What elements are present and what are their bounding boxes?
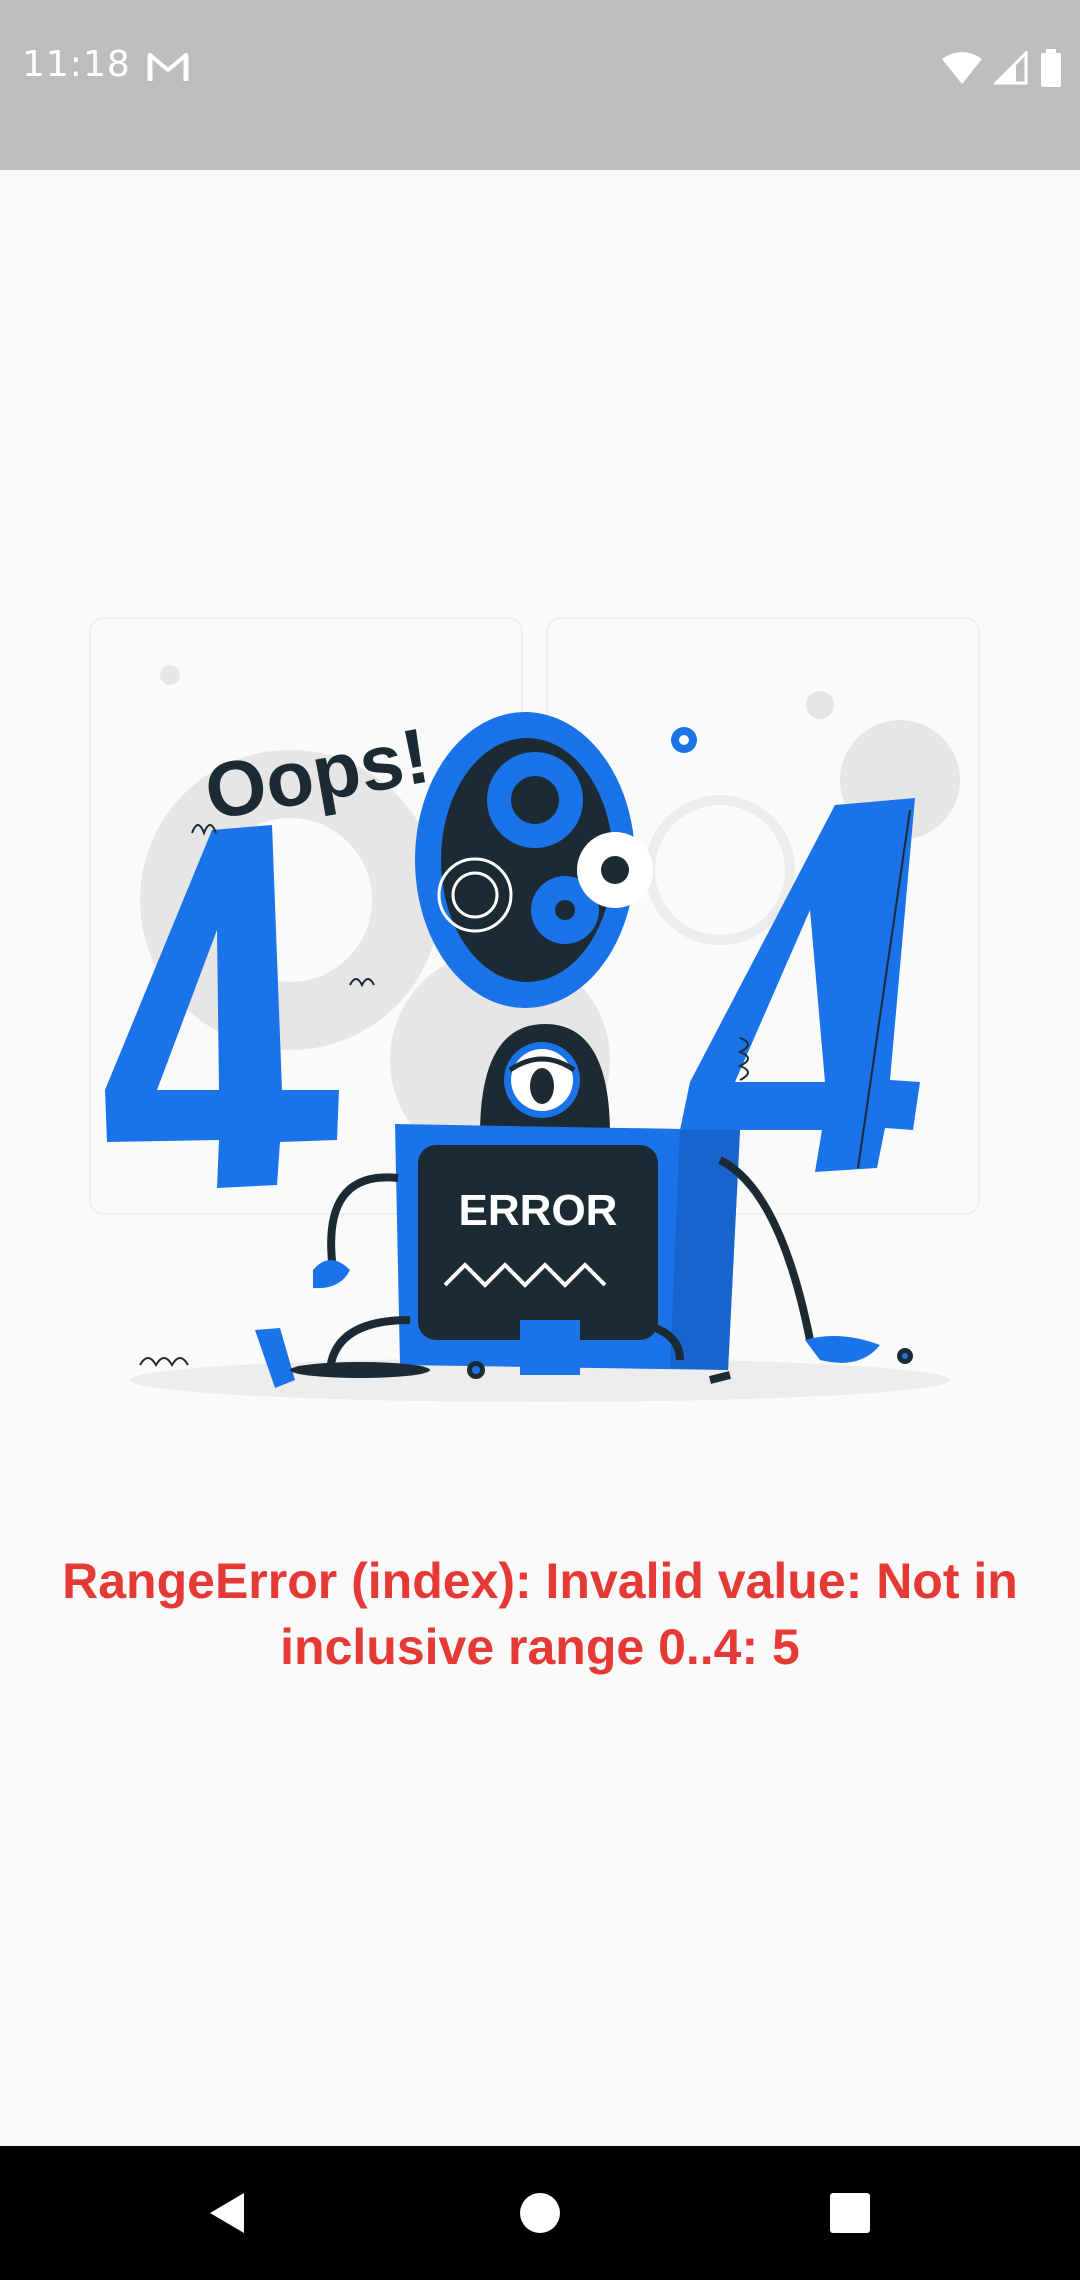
recents-icon: [830, 2193, 870, 2233]
status-time: 11:18: [22, 44, 131, 85]
navigation-bar: [0, 2146, 1080, 2280]
battery-icon: [1041, 49, 1061, 87]
error-message: RangeError (index): Invalid value: Not i…: [62, 1553, 1018, 1675]
wifi-icon: [942, 52, 982, 84]
recents-button[interactable]: [810, 2176, 890, 2250]
back-icon: [210, 2193, 244, 2233]
home-icon: [520, 2193, 560, 2233]
gmail-icon: [147, 53, 189, 81]
cellular-signal-icon: [994, 51, 1028, 85]
status-icons: [942, 48, 1062, 88]
error-404-illustration: Oops! ERROR: [89, 617, 980, 1402]
home-button[interactable]: [500, 2176, 580, 2250]
back-button[interactable]: [186, 2176, 266, 2250]
error-screen-label: ERROR: [459, 1186, 618, 1235]
status-bar: 11:18: [0, 0, 1080, 170]
